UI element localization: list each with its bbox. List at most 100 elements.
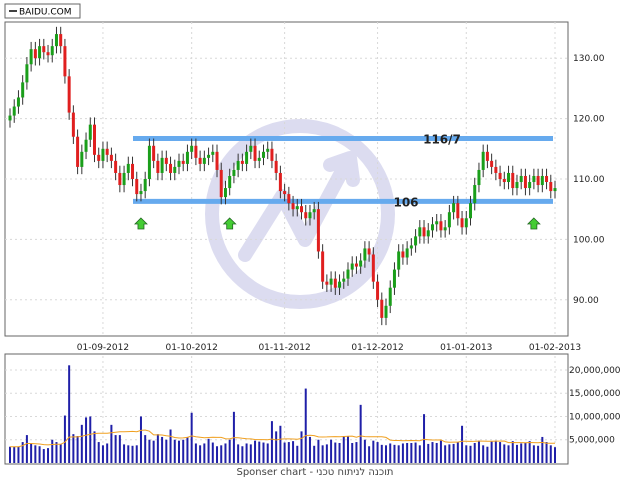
- volume-bar: [72, 434, 75, 463]
- volume-bar: [30, 443, 33, 463]
- volume-bar: [245, 443, 248, 463]
- volume-bar: [34, 445, 37, 463]
- volume-bar: [254, 440, 257, 463]
- volume-bar: [300, 431, 303, 463]
- volume-bar: [511, 441, 514, 463]
- volume-bar: [177, 440, 180, 463]
- volume-bar: [258, 441, 261, 463]
- volume-bar: [156, 434, 159, 463]
- volume-bar: [85, 417, 88, 463]
- volume-bar: [63, 415, 66, 463]
- volume-bar: [427, 443, 430, 463]
- volume-bar: [38, 446, 41, 463]
- volume-bar: [216, 446, 219, 463]
- level-label: 116/7: [423, 133, 461, 147]
- volume-bar: [139, 416, 142, 463]
- volume-bar: [207, 438, 210, 463]
- volume-bar: [549, 445, 552, 463]
- date-tick-label: 01-09-2012: [77, 343, 129, 353]
- volume-bar: [414, 442, 417, 463]
- price-tick-label: 130.00: [573, 54, 605, 64]
- volume-bar: [439, 440, 442, 463]
- volume-bar: [47, 448, 50, 463]
- volume-bar: [190, 412, 193, 463]
- volume-bar: [372, 440, 375, 463]
- volume-bar: [380, 444, 383, 463]
- volume-panel: 5,000,000 10,000,000 15,000,000 20,000,000: [4, 353, 621, 465]
- volume-bar: [385, 445, 388, 463]
- volume-bar: [270, 421, 273, 463]
- volume-bar: [515, 444, 518, 463]
- date-tick-label: 01-12-2012: [351, 343, 403, 353]
- volume-bar: [359, 404, 362, 463]
- volume-bar: [346, 436, 349, 463]
- volume-bar: [431, 442, 434, 463]
- volume-bar: [169, 429, 172, 463]
- volume-bar: [418, 445, 421, 463]
- volume-bar: [308, 436, 311, 463]
- volume-bar: [321, 445, 324, 463]
- volume-bar: [68, 365, 71, 463]
- volume-bar: [186, 436, 189, 463]
- volume-bar: [283, 442, 286, 463]
- volume-bar: [334, 442, 337, 463]
- volume-bar: [355, 442, 358, 463]
- volume-bar: [520, 443, 523, 463]
- volume-bar: [199, 445, 202, 463]
- volume-bar: [161, 436, 164, 463]
- volume-bar: [423, 414, 426, 463]
- volume-bar: [507, 445, 510, 463]
- volume-bar: [13, 446, 16, 463]
- volume-bar: [376, 442, 379, 463]
- volume-bar: [17, 446, 20, 463]
- volume-tick-label: 15,000,000: [569, 389, 621, 399]
- volume-bar: [503, 444, 506, 463]
- volume-bar: [152, 440, 155, 463]
- volume-bar: [89, 416, 92, 463]
- volume-bar: [486, 446, 489, 463]
- volume-bar: [76, 436, 79, 463]
- volume-bar: [101, 445, 104, 463]
- date-tick-label: 01-10-2012: [166, 343, 218, 353]
- volume-bar: [448, 444, 451, 463]
- volume-bar: [93, 431, 96, 463]
- volume-bar: [363, 439, 366, 463]
- volume-bar: [237, 444, 240, 463]
- volume-bar: [494, 440, 497, 463]
- volume-bar: [389, 443, 392, 463]
- volume-bar: [80, 424, 83, 463]
- date-tick-label: 01-02-2013: [529, 343, 581, 353]
- volume-bar: [97, 442, 100, 463]
- volume-bar: [435, 442, 438, 463]
- volume-bar: [106, 443, 109, 463]
- volume-bar: [165, 439, 168, 463]
- volume-bar: [292, 441, 295, 463]
- volume-bar: [203, 443, 206, 463]
- volume-bar: [528, 441, 531, 463]
- volume-bar: [490, 441, 493, 463]
- volume-bar: [304, 388, 307, 463]
- price-tick-label: 90.00: [573, 296, 599, 306]
- volume-bar: [118, 435, 121, 463]
- volume-bar: [401, 443, 404, 463]
- volume-bar: [541, 436, 544, 463]
- volume-bar: [228, 439, 231, 463]
- volume-bar: [368, 446, 371, 463]
- volume-bar: [144, 435, 147, 463]
- volume-bar: [532, 445, 535, 463]
- price-tick-label: 100.00: [573, 235, 605, 245]
- level-label: 106: [393, 195, 418, 209]
- volume-bar: [317, 439, 320, 463]
- volume-bar: [338, 442, 341, 463]
- volume-bar: [224, 443, 227, 463]
- volume-bar: [524, 442, 527, 463]
- volume-bar: [182, 439, 185, 463]
- volume-bar: [211, 442, 214, 463]
- volume-tick-label: 10,000,000: [569, 412, 621, 422]
- date-tick-label: 01-11-2012: [258, 343, 310, 353]
- price-panel: 116/7 106 90.00 100.00 110.00 120.00 130.00 0…: [4, 21, 605, 353]
- date-tick-label: 01-01-2013: [440, 343, 492, 353]
- volume-bar: [410, 442, 413, 463]
- volume-bar: [397, 445, 400, 463]
- volume-bar: [461, 425, 464, 463]
